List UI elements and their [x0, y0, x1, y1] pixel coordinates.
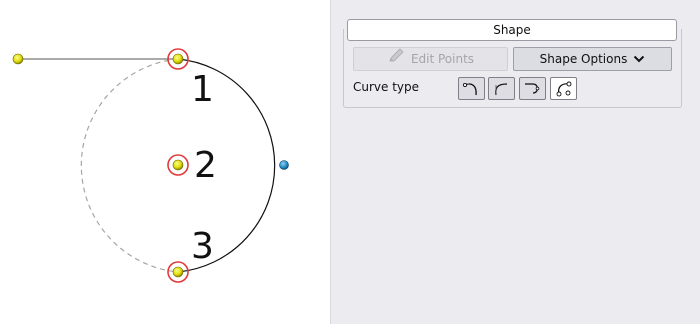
- curve-type-points-button[interactable]: [550, 77, 577, 100]
- tangent-handle-point[interactable]: [12, 53, 24, 65]
- drawing-canvas[interactable]: 1 2 3: [0, 0, 330, 324]
- point-1-label: 1: [191, 69, 214, 110]
- properties-panel: Shape Edit Points Shape Options Curve ty…: [330, 0, 700, 324]
- point-2[interactable]: [172, 159, 184, 171]
- curve-type-loop-button[interactable]: [519, 77, 546, 100]
- shape-drawing: [12, 48, 289, 283]
- curve-smooth-icon: [462, 82, 477, 96]
- panel-title: Shape: [347, 19, 677, 41]
- curve-loop-icon: [525, 83, 540, 94]
- edit-points-button[interactable]: Edit Points: [353, 47, 508, 71]
- curve-type-label: Curve type: [353, 80, 420, 94]
- point-3[interactable]: [172, 266, 184, 278]
- curve-points-icon: [556, 81, 572, 97]
- arc-midpoint-handle[interactable]: [279, 160, 289, 170]
- shape-options-button[interactable]: Shape Options: [513, 47, 672, 71]
- point-3-label: 3: [191, 226, 214, 267]
- curve-type-corner-button[interactable]: [488, 77, 515, 100]
- arc-dashed: [80, 58, 179, 273]
- curve-type-smooth-button[interactable]: [458, 77, 485, 100]
- point-1[interactable]: [172, 53, 184, 65]
- chevron-down-icon: [633, 49, 645, 71]
- shape-options-label: Shape Options: [539, 52, 628, 66]
- curve-corner-icon: [495, 83, 508, 96]
- edit-points-label: Edit Points: [410, 52, 475, 66]
- point-2-label: 2: [194, 145, 217, 186]
- pencil-icon: [387, 48, 405, 71]
